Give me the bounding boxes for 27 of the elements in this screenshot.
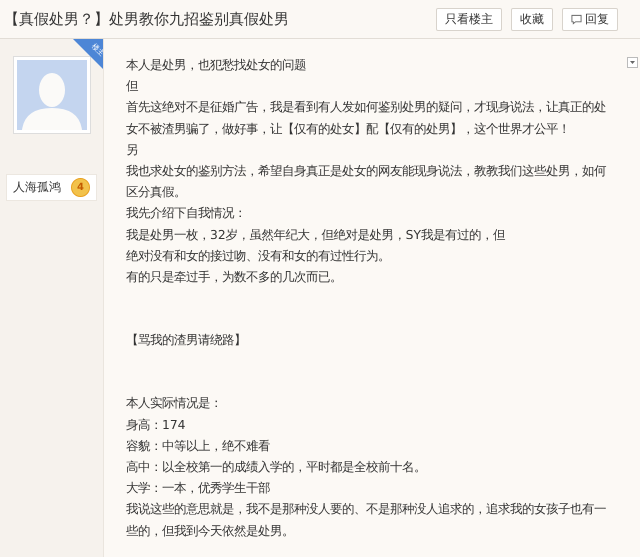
post-text: 另: [126, 142, 138, 159]
reply-button[interactable]: 回复: [562, 8, 618, 30]
post-text: 本人是处男，也犯愁找处女的问题: [126, 57, 306, 74]
post-text: 【骂我的渣男请绕路】: [126, 332, 246, 350]
level-badge: 4: [71, 178, 90, 197]
post-text: 首先这绝对不是征婚广告，我是看到有人发如何鉴别处男的疑问，才现身说法，让真正的处: [126, 99, 606, 116]
post-text: 大学：一本，优秀学生干部: [126, 480, 270, 498]
rank-title: 人海孤鸿: [13, 179, 61, 196]
post-text: 女不被渣男骗了，做好事，让【仅有的处女】配【仅有的处男】，这个世界才公平！: [126, 120, 570, 138]
post-text: 身高：174: [126, 416, 186, 434]
action-button[interactable]: 只看楼主: [436, 8, 502, 30]
post-text: 我也求处女的鉴别方法，希望自身真正是处女的网友能现身说法，教教我们这些处男，如何: [126, 163, 606, 180]
post-title: 【真假处男？】处男教你九招鉴别真假处男: [4, 10, 289, 28]
post-text: 但: [126, 78, 138, 96]
dropdown-icon[interactable]: [627, 57, 638, 68]
post-text: 些的，但我到今天依然是处男。: [126, 522, 294, 540]
post-text: 我说这些的意思就是，我不是那种没人要的、不是那种没人追求的，追求我的女孩子也有一: [126, 501, 606, 518]
post-text: 高中：以全校第一的成绩入学的，平时都是全校前十名。: [126, 459, 426, 476]
speech-bubble-icon: [571, 14, 582, 24]
post-text: 有的只是牵过手，为数不多的几次而已。: [126, 269, 342, 286]
post-text: 我是处男一枚，32岁，虽然年纪大，但绝对是处男，SY我是有过的，但: [126, 226, 505, 244]
post-text: 我先介绍下自我情况：: [126, 205, 246, 222]
post-text: 本人实际情况是：: [126, 395, 222, 412]
action-button[interactable]: 收藏: [511, 8, 553, 30]
post-text: 容貌：中等以上，绝不难看: [126, 438, 270, 455]
post-text: 区分真假。: [126, 184, 186, 202]
post-text: 绝对没有和女的接过吻、没有和女的有过性行为。: [126, 248, 390, 265]
